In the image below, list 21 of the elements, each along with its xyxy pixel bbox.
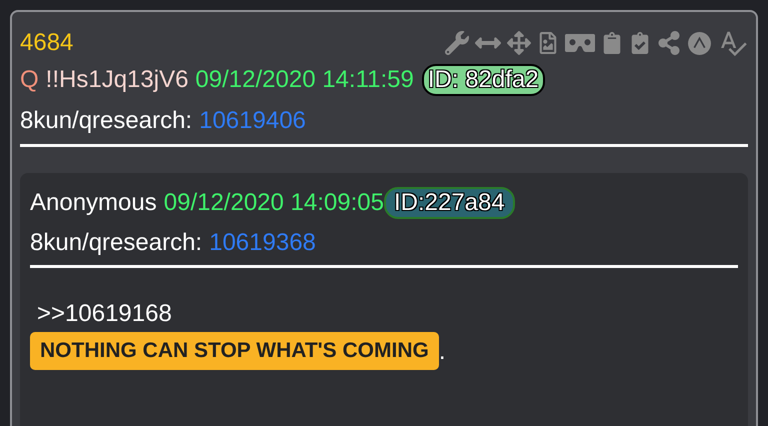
poster-id: ID:227a84 <box>384 187 515 219</box>
post-link[interactable]: 10619368 <box>209 225 316 261</box>
move-icon[interactable] <box>507 31 531 55</box>
tripcode: !!Hs1Jq13jV6 <box>46 65 188 95</box>
period-text: . <box>438 337 446 367</box>
reply-link[interactable]: >>10619168 <box>37 300 172 327</box>
poster-name: Q <box>20 65 39 95</box>
clipboard-check-icon[interactable] <box>629 32 651 54</box>
share-icon[interactable] <box>657 31 681 55</box>
poster-id: ID: 82dfa2 <box>422 64 545 96</box>
post-number: 4684 <box>20 28 74 58</box>
timestamp: 09/12/2020 14:09:05 <box>164 188 384 218</box>
wrench-icon[interactable] <box>445 31 469 55</box>
post-link[interactable]: 10619406 <box>199 103 306 139</box>
poster-name: Anonymous <box>30 188 157 218</box>
board-label: 8kun/qresearch: <box>20 106 192 136</box>
clipboard-icon[interactable] <box>601 32 623 54</box>
image-file-icon[interactable] <box>537 32 559 54</box>
highlighted-text: NOTHING CAN STOP WHAT'S COMING <box>30 332 439 370</box>
timestamp: 09/12/2020 14:11:59 <box>195 65 414 95</box>
board-label: 8kun/qresearch: <box>30 228 202 258</box>
